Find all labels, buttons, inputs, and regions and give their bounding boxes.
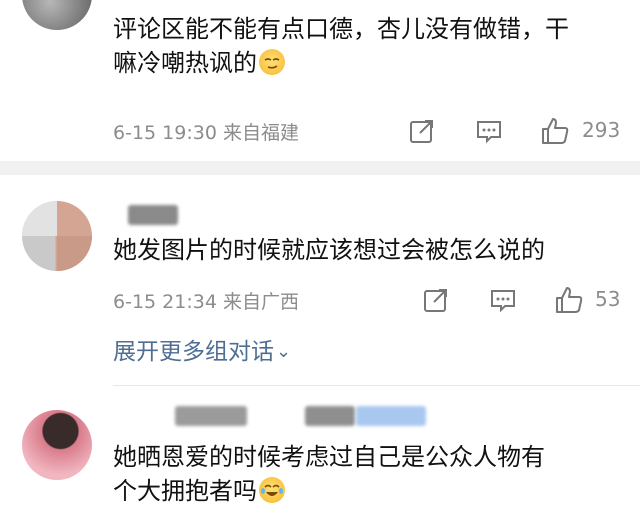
avatar[interactable]	[22, 0, 92, 30]
avatar[interactable]	[22, 201, 92, 271]
smirk-emoji-icon	[259, 49, 285, 75]
expand-conversation-label: 展开更多组对话	[113, 339, 274, 365]
username-blurred[interactable]	[128, 205, 178, 225]
username-blurred[interactable]	[175, 406, 247, 426]
username-blurred	[305, 406, 355, 426]
comment-text-line-1: 她发图片的时候就应该想过会被怎么说的	[113, 236, 545, 264]
badge-blurred	[356, 406, 426, 426]
like-count: 293	[582, 118, 621, 142]
expand-conversation-link[interactable]: 展开更多组对话 ⌄	[113, 332, 291, 366]
chevron-down-icon: ⌄	[276, 341, 292, 362]
comment-meta: 6-15 21:34 来自广西 53	[113, 285, 630, 315]
thumbs-up-icon[interactable]	[554, 285, 584, 315]
comment-time-location: 6-15 19:30 来自福建	[113, 122, 299, 144]
comment-text-line-1: 她晒恩爱的时候考虑过自己是公众人物有	[113, 443, 545, 471]
like-count: 53	[595, 287, 621, 311]
comment-text: 评论区能不能有点口德，杏儿没有做错，干 嘛冷嘲热讽的	[113, 12, 622, 80]
share-icon[interactable]	[421, 285, 451, 315]
comment-text: 她发图片的时候就应该想过会被怎么说的	[113, 233, 622, 267]
avatar[interactable]	[22, 410, 92, 480]
laugh-cry-emoji-icon	[259, 477, 285, 503]
thumbs-up-icon[interactable]	[540, 116, 570, 146]
section-divider	[0, 161, 640, 175]
comment-text-line-2: 个大拥抱者吗	[113, 477, 257, 505]
comment-icon[interactable]	[474, 116, 504, 146]
comment-3: 她晒恩爱的时候考虑过自己是公众人物有 个大拥抱者吗	[0, 386, 640, 508]
comment-text: 她晒恩爱的时候考虑过自己是公众人物有 个大拥抱者吗	[113, 440, 622, 508]
comment-text-line-2: 嘛冷嘲热讽的	[113, 49, 257, 77]
comment-2: 她发图片的时候就应该想过会被怎么说的 6-15 21:34 来自广西 53	[0, 175, 640, 385]
comment-meta: 6-15 19:30 来自福建 293	[113, 116, 630, 146]
comment-text-line-1: 评论区能不能有点口德，杏儿没有做错，干	[113, 15, 569, 43]
comment-1: 评论区能不能有点口德，杏儿没有做错，干 嘛冷嘲热讽的 6-15 19:30 来自…	[0, 0, 640, 160]
comment-icon[interactable]	[488, 285, 518, 315]
share-icon[interactable]	[407, 116, 437, 146]
comment-time-location: 6-15 21:34 来自广西	[113, 291, 299, 313]
